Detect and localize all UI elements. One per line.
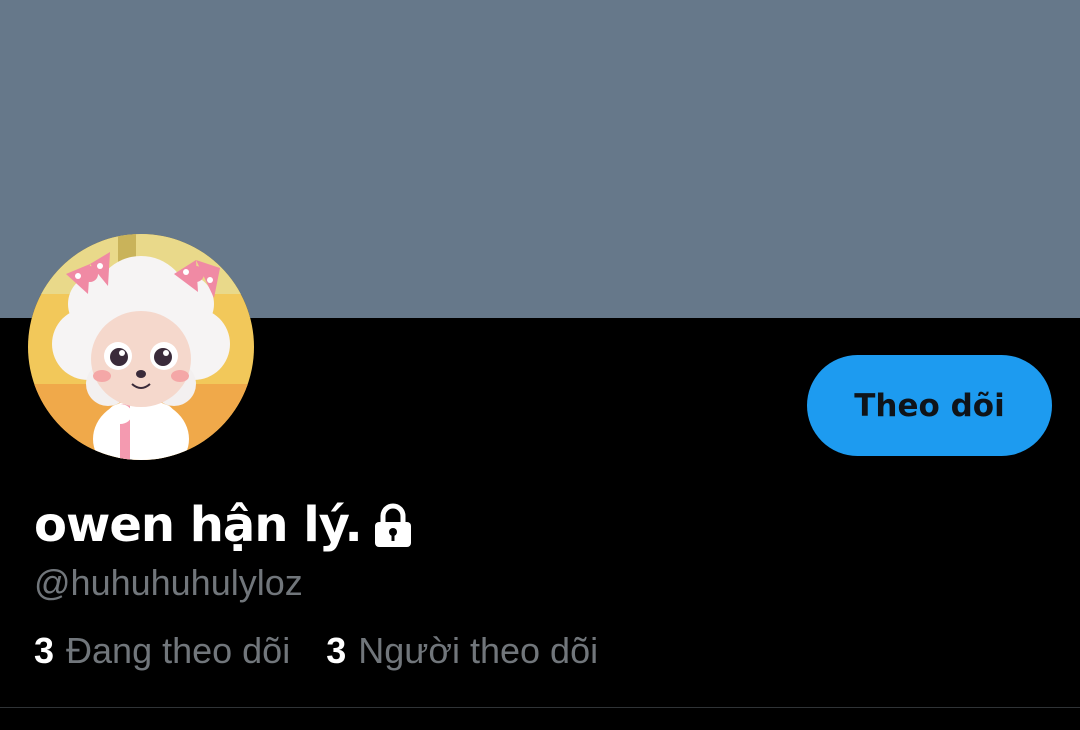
following-stat[interactable]: 3 Đang theo dõi [34,630,290,672]
avatar-image [28,234,254,460]
following-count: 3 [34,630,55,671]
profile-handle: @huhuhuhulyloz [34,562,303,603]
section-divider [0,707,1080,708]
following-label: Đang theo dõi [66,630,291,671]
followers-stat[interactable]: 3 Người theo dõi [326,630,598,672]
profile-avatar[interactable] [28,234,254,460]
display-name: owen hận lý. [34,497,363,553]
profile-page: Theo dõi owen hận lý. @huhuhuhulyloz 3 Đ… [0,0,1080,730]
followers-count: 3 [326,630,347,671]
lock-icon [372,503,414,553]
profile-name-row: owen hận lý. [34,490,414,560]
follow-button[interactable]: Theo dõi [807,355,1052,456]
profile-stats: 3 Đang theo dõi 3 Người theo dõi [34,630,634,672]
followers-label: Người theo dõi [358,630,599,671]
